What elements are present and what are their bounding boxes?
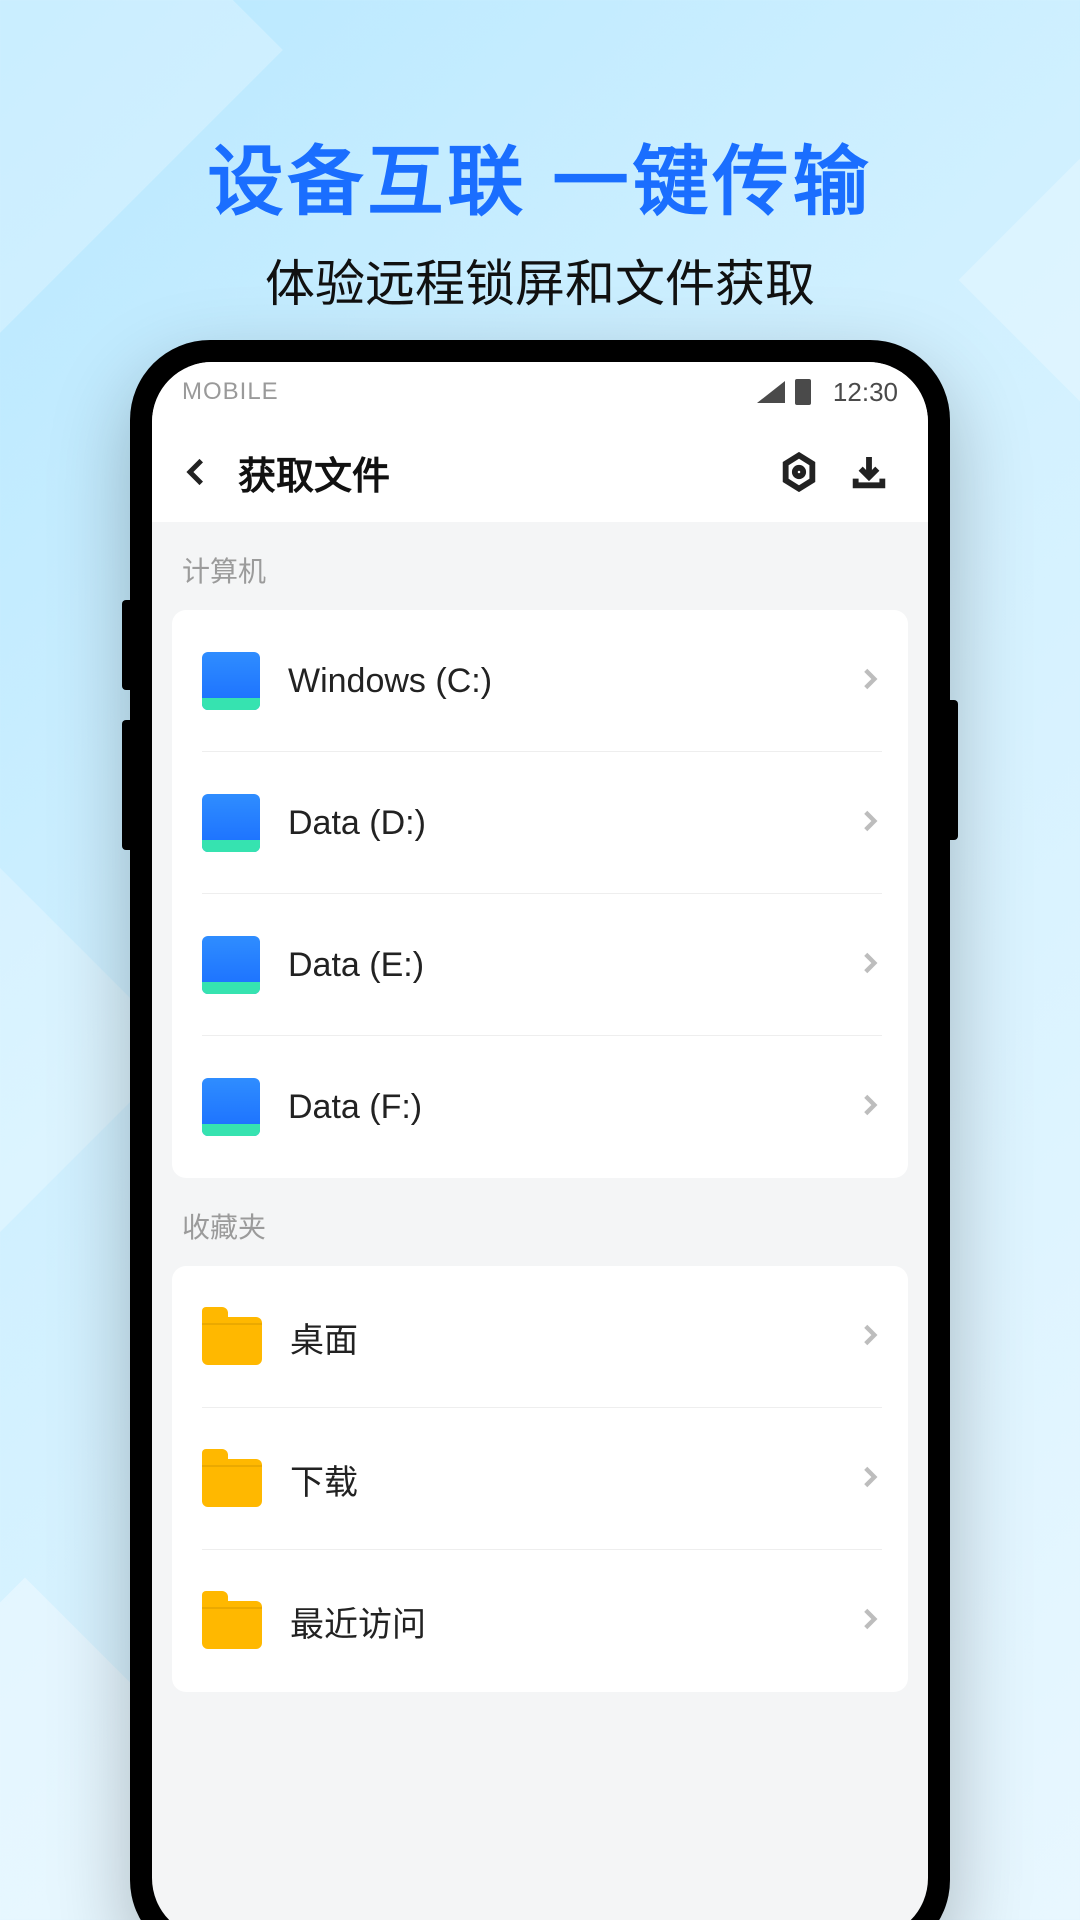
drives-card: Windows (C:) Data (D:) Data (E:) Data (F… — [172, 610, 908, 1178]
chevron-left-icon — [180, 455, 214, 489]
download-button[interactable] — [834, 437, 904, 507]
app-bar: 获取文件 — [152, 422, 928, 522]
chevron-right-icon — [856, 1606, 882, 1637]
download-icon — [849, 452, 889, 492]
drive-row-e[interactable]: Data (E:) — [172, 894, 908, 1036]
favorite-label: 下载 — [290, 1455, 856, 1504]
drive-label: Windows (C:) — [288, 662, 856, 701]
phone-frame: MOBILE 12:30 获取文件 计算机 — [130, 340, 950, 1920]
folder-icon — [202, 1317, 262, 1365]
section-computer-label: 计算机 — [152, 522, 928, 610]
drive-row-c[interactable]: Windows (C:) — [172, 610, 908, 752]
favorite-label: 最近访问 — [290, 1597, 856, 1646]
drive-label: Data (D:) — [288, 804, 856, 843]
battery-icon — [795, 379, 811, 405]
drive-icon — [202, 794, 260, 852]
folder-icon — [202, 1601, 262, 1649]
section-favorites-label: 收藏夹 — [152, 1178, 928, 1266]
favorites-card: 桌面 下载 最近访问 — [172, 1266, 908, 1692]
status-icons: 12:30 — [757, 377, 898, 408]
page-title: 获取文件 — [238, 445, 764, 500]
folder-icon — [202, 1459, 262, 1507]
status-bar: MOBILE 12:30 — [152, 362, 928, 422]
signal-icon — [757, 381, 785, 403]
favorite-row-recent[interactable]: 最近访问 — [172, 1550, 908, 1692]
hero: 设备互联 一键传输 体验远程锁屏和文件获取 — [0, 0, 1080, 316]
drive-row-d[interactable]: Data (D:) — [172, 752, 908, 894]
hero-subtitle: 体验远程锁屏和文件获取 — [0, 244, 1080, 316]
hero-title: 设备互联 一键传输 — [0, 120, 1080, 230]
settings-button[interactable] — [764, 437, 834, 507]
clock: 12:30 — [833, 377, 898, 408]
drive-row-f[interactable]: Data (F:) — [172, 1036, 908, 1178]
chevron-right-icon — [856, 1464, 882, 1495]
favorite-row-desktop[interactable]: 桌面 — [172, 1266, 908, 1408]
screen: MOBILE 12:30 获取文件 计算机 — [152, 362, 928, 1920]
back-button[interactable] — [162, 437, 232, 507]
favorite-row-downloads[interactable]: 下载 — [172, 1408, 908, 1550]
chevron-right-icon — [856, 666, 882, 697]
settings-hex-icon — [779, 452, 819, 492]
drive-icon — [202, 1078, 260, 1136]
chevron-right-icon — [856, 1092, 882, 1123]
chevron-right-icon — [856, 808, 882, 839]
drive-icon — [202, 936, 260, 994]
chevron-right-icon — [856, 1322, 882, 1353]
drive-label: Data (E:) — [288, 946, 856, 985]
drive-icon — [202, 652, 260, 710]
chevron-right-icon — [856, 950, 882, 981]
drive-label: Data (F:) — [288, 1088, 856, 1127]
favorite-label: 桌面 — [290, 1313, 856, 1362]
carrier-label: MOBILE — [182, 378, 757, 406]
